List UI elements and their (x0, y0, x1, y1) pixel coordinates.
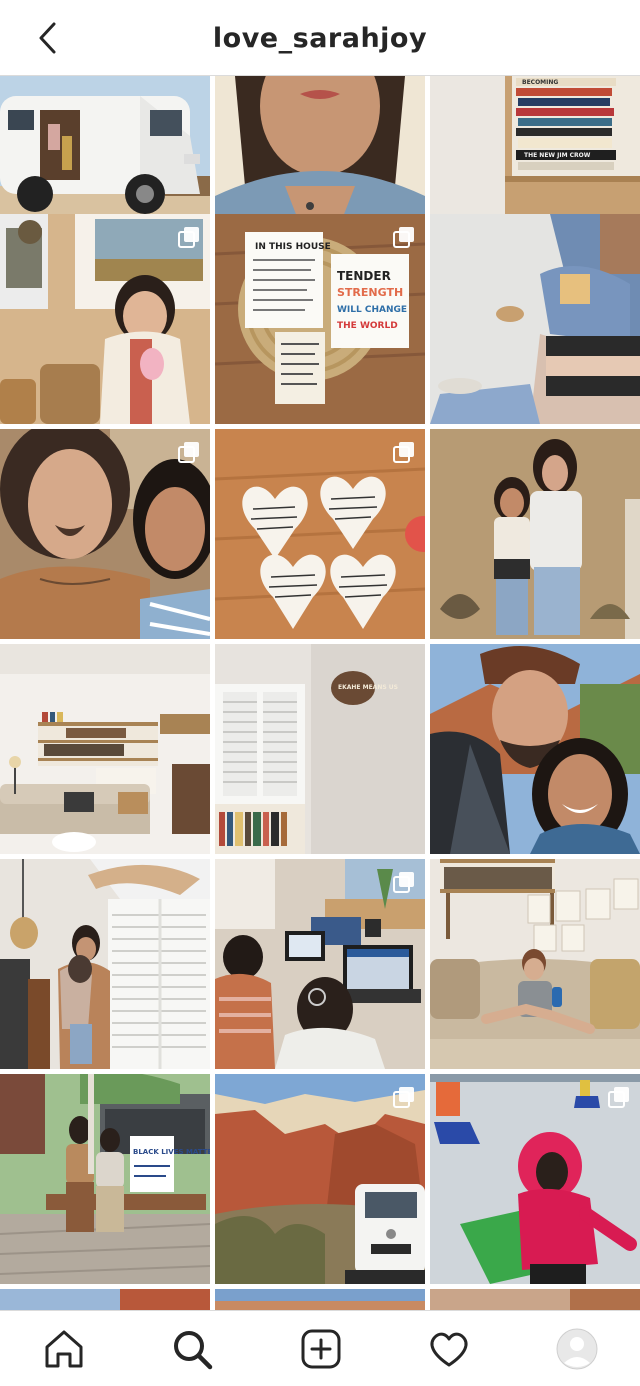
multiple-photos-icon (178, 227, 199, 248)
heart-icon (430, 1332, 468, 1367)
post-image (0, 859, 210, 1069)
post-tile-couple-selfie[interactable] (0, 429, 210, 639)
post-image (0, 644, 210, 854)
post-tile-paper-hearts[interactable] (215, 429, 425, 639)
post-tile-blm-sign[interactable]: BLACK LIVES MATTER (0, 1074, 210, 1284)
nav-activity-button[interactable] (425, 1325, 473, 1373)
multiple-photos-icon (393, 872, 414, 893)
post-image: EKAHE MEANS US (215, 644, 425, 854)
post-image: BLACK LIVES MATTER (0, 1074, 210, 1284)
multiple-photos-icon (393, 227, 414, 248)
card-text-tender: TENDER (337, 269, 391, 283)
post-image (430, 214, 640, 424)
page-title: love_sarahjoy (212, 22, 428, 54)
post-tile-ice-rink[interactable] (430, 1074, 640, 1284)
post-image (215, 1289, 425, 1310)
post-image (430, 644, 640, 854)
profile-header: love_sarahjoy (0, 0, 640, 76)
home-icon (45, 1330, 83, 1368)
post-image (0, 1289, 210, 1310)
card-text-strength: STRENGTH (337, 286, 403, 299)
post-tile-girl-cardigan[interactable] (0, 214, 210, 424)
post-tile-selfie-dusk[interactable] (430, 644, 640, 854)
plus-square-icon (301, 1329, 341, 1369)
search-icon (174, 1331, 213, 1370)
multiple-photos-icon (393, 1087, 414, 1108)
nav-home-button[interactable] (40, 1325, 88, 1373)
post-tile-house-notes[interactable]: IN THIS HOUSE TENDER STRENGTH WILL CHANG… (215, 214, 425, 424)
post-tile-canyon[interactable] (215, 1074, 425, 1284)
card-text-will-change: WILL CHANGE (337, 305, 407, 315)
post-tile-partial[interactable] (215, 1289, 425, 1310)
post-tile-partial[interactable] (430, 1289, 640, 1310)
post-tile-toddler-couch[interactable] (430, 859, 640, 1069)
wall-sign-text: EKAHE MEANS US (338, 684, 398, 691)
post-image (430, 1289, 640, 1310)
protest-sign-text: BLACK LIVES MATTER (133, 1148, 210, 1156)
post-image (430, 429, 640, 639)
post-tile-child-denim[interactable] (430, 214, 640, 424)
multiple-photos-icon (608, 1087, 629, 1108)
nav-profile-button[interactable] (553, 1325, 601, 1373)
book-title-jim-crow: THE NEW JIM CROW (524, 152, 591, 159)
post-tile-partial[interactable] (0, 1289, 210, 1310)
post-tile-man-child-shutters[interactable] (0, 859, 210, 1069)
post-image (430, 859, 640, 1069)
posts-grid[interactable]: BECOMING THE NEW JIM CROW IN THIS HOUSE … (0, 76, 640, 1310)
avatar-icon (556, 1328, 598, 1370)
post-tile-couple-wall[interactable] (430, 429, 640, 639)
multiple-photos-icon (178, 442, 199, 463)
card-text-in-this-house: IN THIS HOUSE (255, 242, 331, 252)
book-title-becoming: BECOMING (522, 79, 558, 86)
post-tile-living-room[interactable] (0, 644, 210, 854)
bottom-navigation (0, 1310, 640, 1386)
nav-create-button[interactable] (297, 1325, 345, 1373)
post-tile-kids-laptops[interactable] (215, 859, 425, 1069)
nav-search-button[interactable] (168, 1325, 216, 1373)
multiple-photos-icon (393, 442, 414, 463)
card-text-the-world: THE WORLD (337, 321, 398, 331)
post-tile-shutters[interactable]: EKAHE MEANS US (215, 644, 425, 854)
